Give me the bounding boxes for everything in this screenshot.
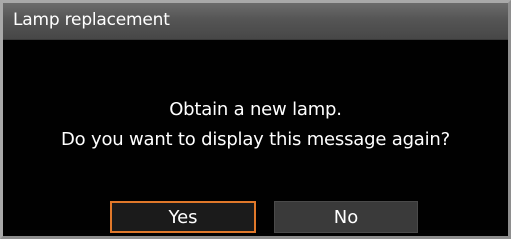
no-button-label: No — [333, 206, 359, 228]
dialog-title-bar: Lamp replacement — [3, 3, 508, 40]
dialog-message: Obtain a new lamp. Do you want to displa… — [3, 95, 508, 155]
message-line-2: Do you want to display this message agai… — [61, 129, 450, 150]
yes-button-label: Yes — [168, 206, 198, 228]
dialog-title: Lamp replacement — [13, 10, 170, 30]
no-button[interactable]: No — [274, 201, 418, 233]
yes-button[interactable]: Yes — [110, 201, 256, 233]
lamp-replacement-dialog: Lamp replacement Obtain a new lamp. Do y… — [0, 0, 511, 239]
message-line-1: Obtain a new lamp. — [169, 99, 342, 120]
